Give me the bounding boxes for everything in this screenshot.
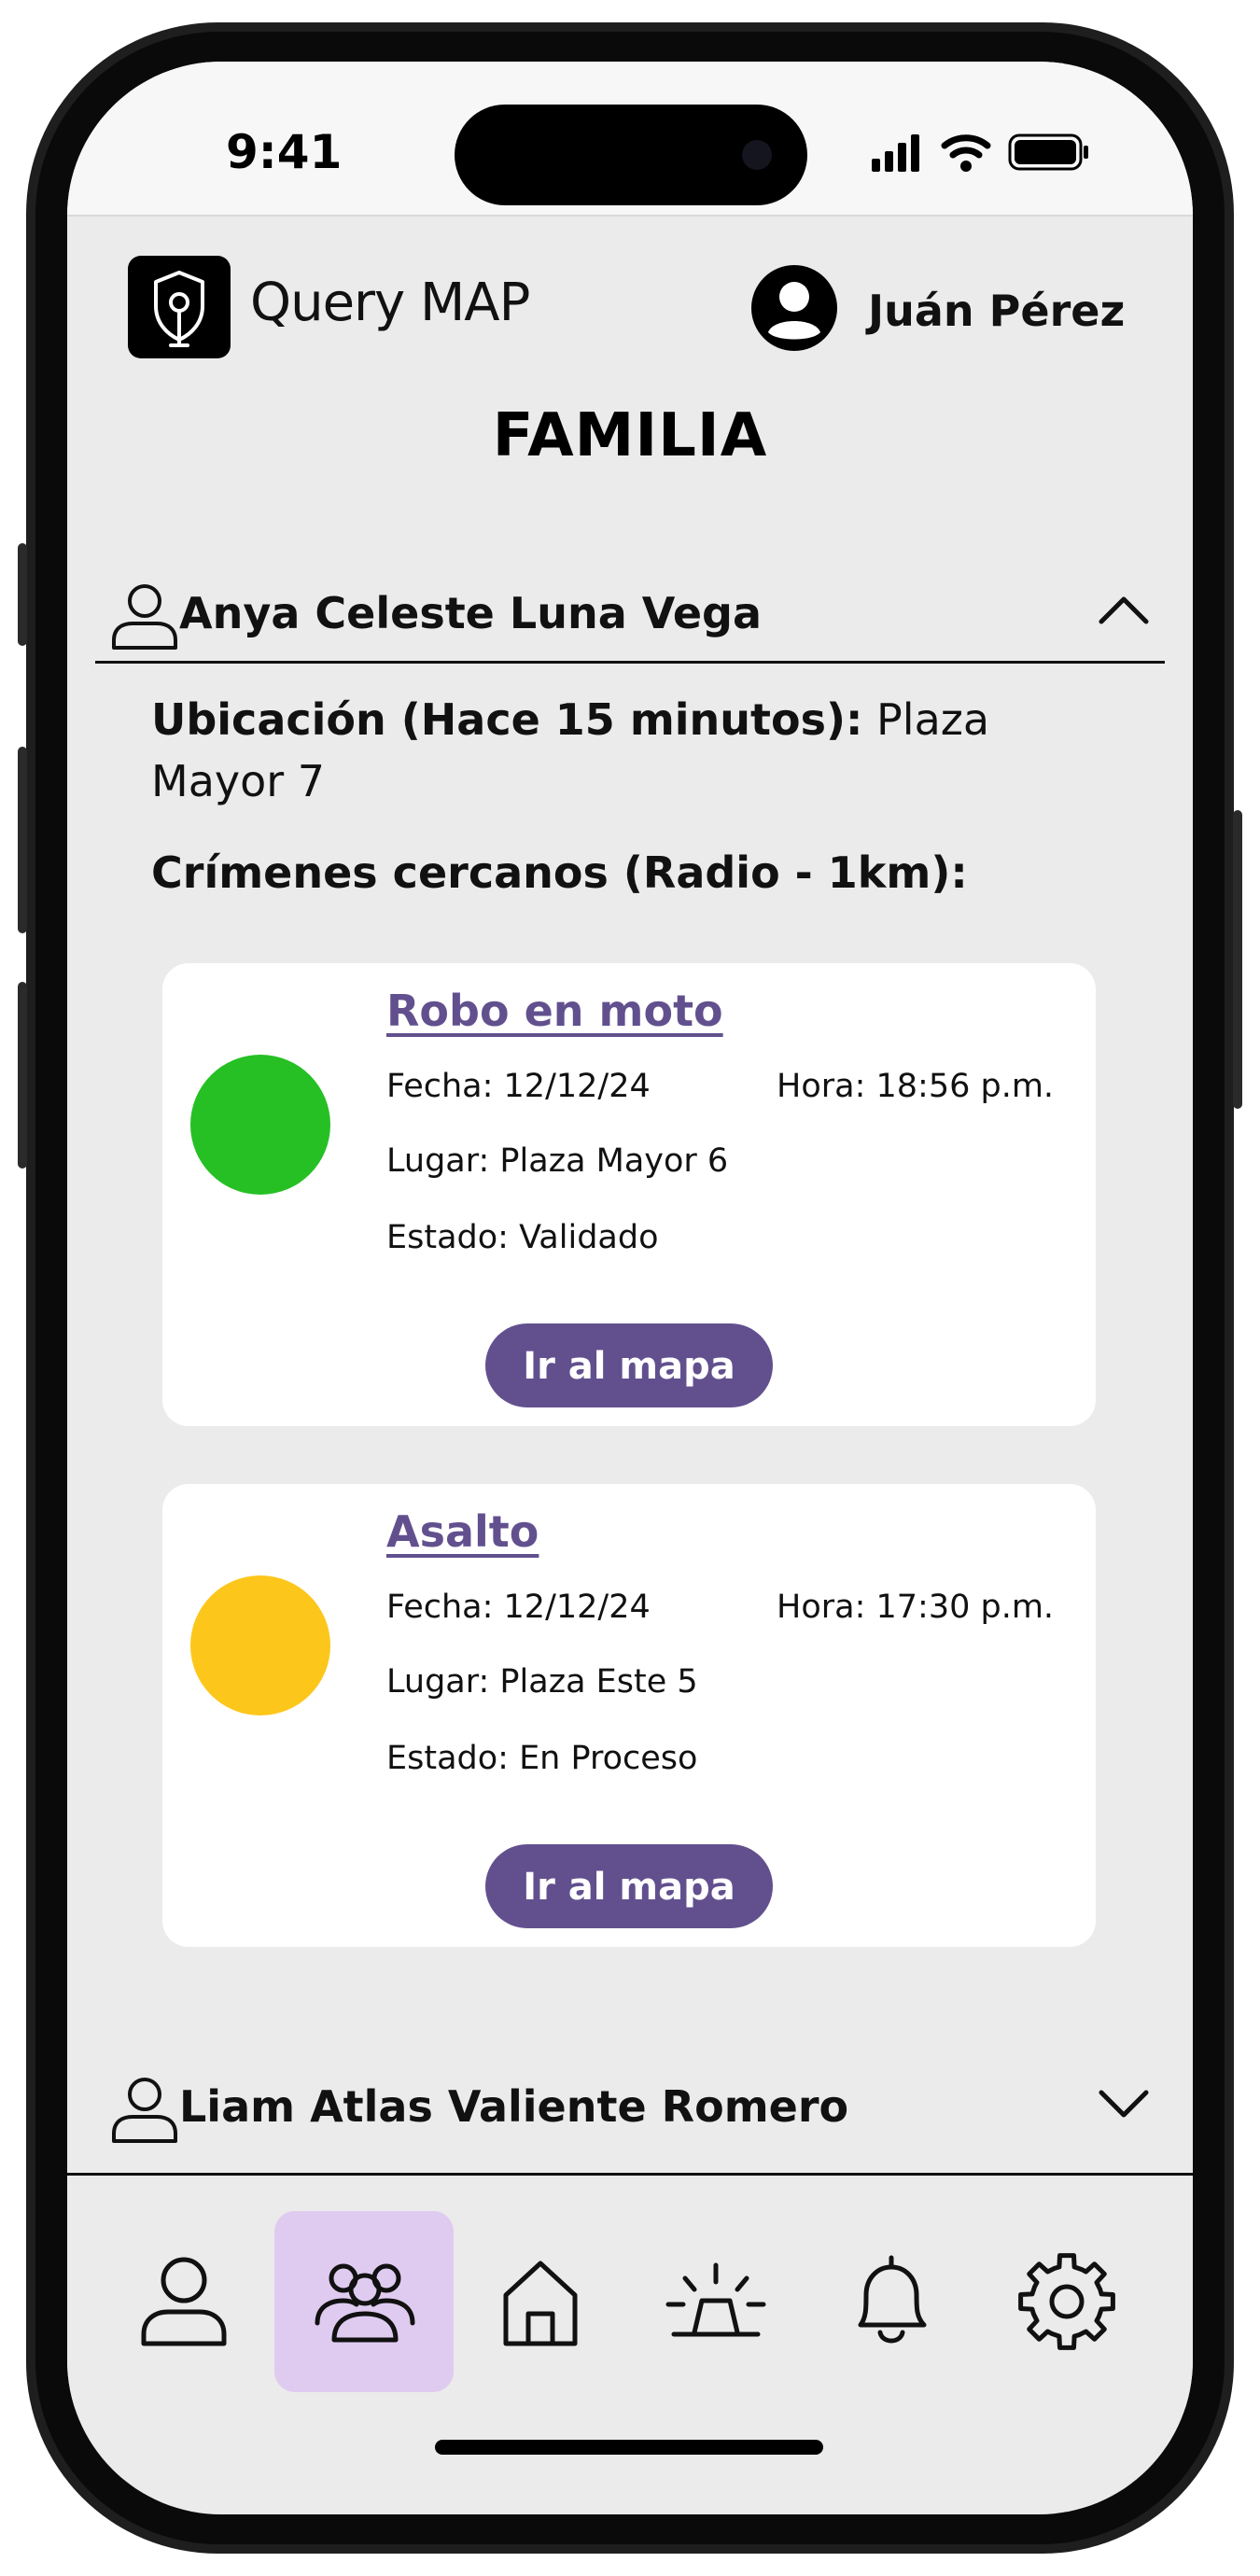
crime-title-link[interactable]: Robo en moto (386, 986, 723, 1036)
member-name: Liam Atlas Valiente Romero (179, 2081, 849, 2132)
bell-icon (858, 2255, 927, 2344)
status-bar: 9:41 (67, 62, 1193, 217)
wifi-icon (941, 134, 991, 172)
member-location: Ubicación (Hace 15 minutos): Plaza Mayor… (151, 689, 1113, 812)
gear-icon (1018, 2253, 1115, 2350)
person-icon (112, 584, 177, 650)
shield-location-icon (154, 271, 204, 347)
chevron-down-icon[interactable] (1096, 2076, 1152, 2132)
side-button-volume-down (18, 982, 27, 1169)
side-button-volume-up (18, 747, 27, 933)
crime-status: Estado: En Proceso (386, 1740, 698, 1777)
nav-item-home[interactable] (450, 2211, 629, 2392)
crime-date: Fecha: 12/12/24 (386, 1068, 651, 1105)
screen: 9:41 Query MAP Juán Pérez FAMILIA Anya C… (67, 62, 1193, 2514)
member-row-liam[interactable]: Liam Atlas Valiente Romero (95, 2046, 1169, 2158)
page-title: FAMILIA (492, 401, 768, 470)
nav-item-settings[interactable] (976, 2211, 1155, 2392)
nav-item-alerts[interactable] (625, 2211, 805, 2392)
alarm-icon (665, 2262, 766, 2337)
battery-icon (1008, 133, 1088, 171)
nav-item-notifications[interactable] (801, 2211, 980, 2392)
user-icon (141, 2257, 227, 2346)
nav-item-family[interactable] (274, 2211, 454, 2392)
status-dot (190, 1055, 330, 1195)
home-indicator (435, 2440, 823, 2455)
crime-card: Robo en moto Fecha: 12/12/24 Hora: 18:56… (162, 963, 1096, 1426)
go-to-map-button[interactable]: Ir al mapa (485, 1323, 773, 1407)
crime-card: Asalto Fecha: 12/12/24 Hora: 17:30 p.m. … (162, 1484, 1096, 1947)
side-button-power (1233, 810, 1242, 1109)
crime-title-link[interactable]: Asalto (386, 1506, 539, 1557)
crime-status: Estado: Validado (386, 1219, 659, 1256)
crime-date: Fecha: 12/12/24 (386, 1589, 651, 1626)
location-label: Ubicación (Hace 15 minutos): (151, 694, 863, 745)
person-icon (112, 2078, 177, 2143)
app-header: Query MAP Juán Pérez (67, 218, 1193, 358)
user-name[interactable]: Juán Pérez (868, 286, 1125, 336)
status-icons (872, 133, 1088, 172)
signal-icon (872, 134, 919, 172)
crime-time: Hora: 18:56 p.m. (777, 1068, 1055, 1105)
go-to-map-button[interactable]: Ir al mapa (485, 1844, 773, 1928)
member-row-anya[interactable]: Anya Celeste Luna Vega (95, 553, 1169, 665)
crime-place: Lugar: Plaza Mayor 6 (386, 1142, 729, 1180)
crimes-label: Crímenes cercanos (Radio - 1km): (151, 847, 968, 898)
bottom-nav (67, 2176, 1193, 2409)
side-button-mute (18, 543, 27, 646)
crime-place: Lugar: Plaza Este 5 (386, 1663, 698, 1701)
app-name: Query MAP (250, 273, 530, 333)
nav-item-profile[interactable] (93, 2211, 273, 2392)
avatar-icon[interactable] (751, 265, 837, 351)
member-name: Anya Celeste Luna Vega (179, 588, 763, 638)
home-icon (503, 2261, 578, 2346)
member-divider (95, 661, 1165, 664)
status-dot (190, 1575, 330, 1715)
family-icon (315, 2263, 415, 2343)
crime-time: Hora: 17:30 p.m. (777, 1589, 1055, 1626)
app-logo[interactable] (128, 256, 231, 358)
status-time: 9:41 (226, 125, 343, 179)
dynamic-island (455, 105, 807, 205)
camera-icon (742, 140, 772, 170)
chevron-up-icon[interactable] (1096, 582, 1152, 638)
